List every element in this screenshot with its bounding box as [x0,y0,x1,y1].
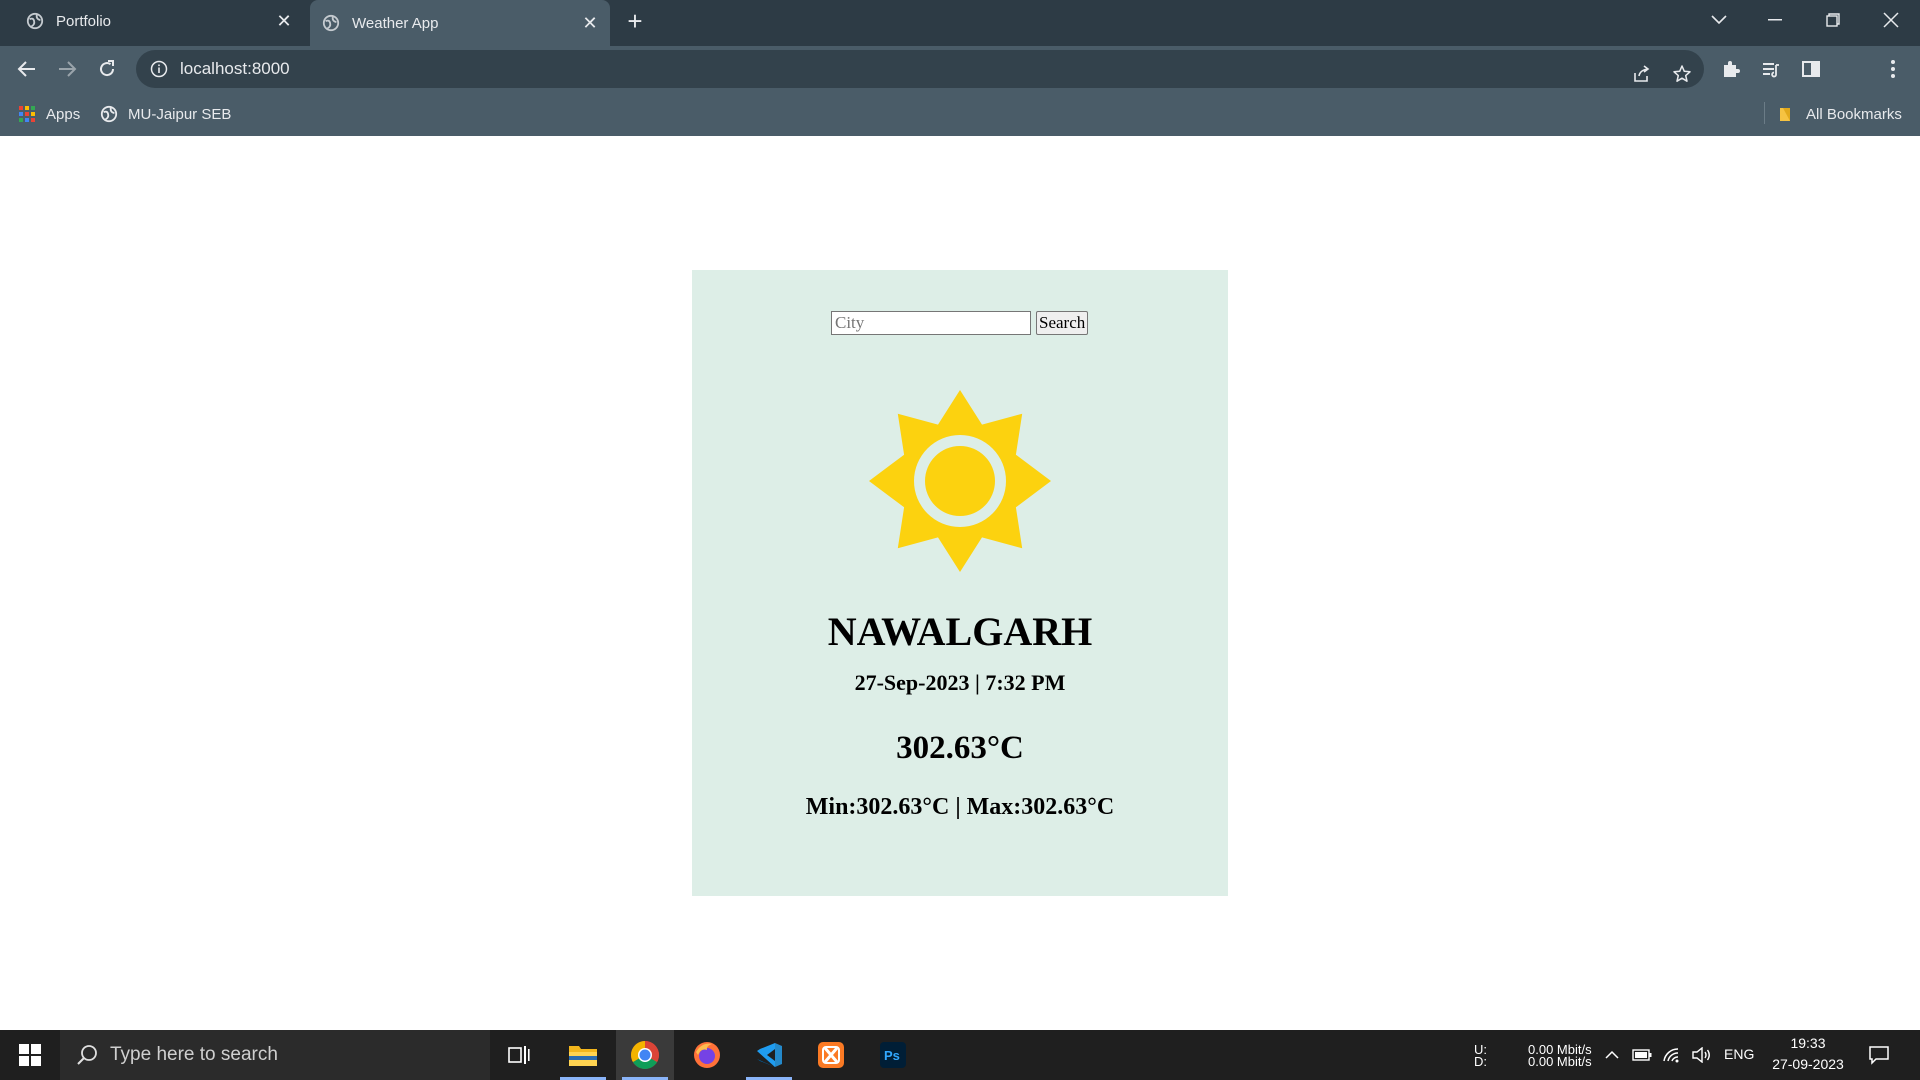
tab-strip: Portfolio ✕ Weather App ✕ + [0,0,1920,46]
all-bookmarks-label: All Bookmarks [1806,105,1902,123]
all-bookmarks-button[interactable]: All Bookmarks [1778,102,1902,126]
file-explorer-icon[interactable] [554,1030,612,1080]
chevron-up-icon[interactable] [1601,1044,1623,1066]
bookmarks-divider [1764,102,1765,124]
weather-card: Search NAWALGARH 27-Sep-2023 | 7:32 PM 3… [692,270,1228,896]
svg-text:Ps: Ps [884,1048,900,1063]
wifi-icon[interactable] [1661,1044,1683,1066]
temperature: 302.63°C [896,730,1024,766]
new-tab-button[interactable]: + [620,8,650,36]
net-down-speed: 0.00 Mbit/s [1528,1054,1592,1069]
search-icon [77,1045,97,1065]
minimize-button[interactable] [1752,4,1798,36]
apps-grid-icon [19,106,35,122]
date-time: 27-Sep-2023 | 7:32 PM [854,670,1066,695]
close-icon[interactable]: ✕ [578,11,602,35]
min-max-temperature: Min:302.63°C | Max:302.63°C [805,794,1115,820]
xampp-icon[interactable] [802,1030,860,1080]
globe-icon [322,14,340,32]
photoshop-icon[interactable]: Ps [864,1030,922,1080]
bookmark-mu-jaipur-seb[interactable]: MU-Jaipur SEB [100,102,231,126]
side-panel-icon[interactable] [1798,56,1824,82]
share-icon[interactable] [1630,62,1654,86]
info-icon[interactable] [150,60,168,78]
search-row: Search [831,311,1089,335]
close-window-button[interactable] [1868,4,1914,36]
extensions-icon[interactable] [1718,56,1744,82]
net-down-label: D: [1474,1054,1487,1069]
windows-taskbar: Type here to search Ps U: D: 0.00 Mbit/s… [0,1030,1920,1080]
search-button[interactable]: Search [1036,311,1089,335]
url-text[interactable]: localhost:8000 [180,59,290,79]
firefox-icon[interactable] [678,1030,736,1080]
clock-time[interactable]: 19:33 [1766,1036,1850,1051]
forward-button[interactable] [52,54,82,84]
star-icon[interactable] [1670,62,1694,86]
task-view-icon[interactable] [490,1030,548,1080]
tab-title: Weather App [352,14,439,32]
notifications-icon[interactable] [1868,1044,1890,1066]
clock-date[interactable]: 27-09-2023 [1766,1057,1850,1072]
back-button[interactable] [12,54,42,84]
taskbar-search-placeholder: Type here to search [110,1044,278,1065]
tab-weather-app[interactable]: Weather App ✕ [310,0,610,46]
sun-icon [869,390,1051,572]
city-search-input[interactable] [831,311,1031,335]
reload-button[interactable] [92,54,122,84]
restore-button[interactable] [1810,4,1856,36]
language-indicator[interactable]: ENG [1724,1047,1754,1062]
windows-icon [19,1044,41,1066]
folder-icon [1780,108,1790,121]
globe-icon [100,105,118,123]
vscode-icon[interactable] [740,1030,798,1080]
tab-title: Portfolio [56,12,112,30]
bookmark-label: MU-Jaipur SEB [128,105,232,123]
bookmark-label: Apps [46,105,81,123]
city-name: NAWALGARH [827,609,1093,654]
tab-search-icon[interactable] [1696,4,1742,36]
menu-icon[interactable] [1880,56,1906,82]
close-icon[interactable]: ✕ [272,9,296,33]
bookmarks-bar: Apps MU-Jaipur SEB All Bookmarks [0,92,1920,136]
browser-toolbar: localhost:8000 P [0,46,1920,129]
bookmark-apps[interactable]: Apps [18,102,80,126]
start-button[interactable] [0,1030,60,1080]
globe-icon [26,12,44,30]
chrome-icon[interactable] [616,1030,674,1080]
taskbar-search-box[interactable]: Type here to search [60,1030,490,1080]
battery-icon[interactable] [1631,1044,1653,1066]
tab-portfolio[interactable]: Portfolio ✕ [14,0,304,42]
address-bar[interactable]: localhost:8000 [136,50,1704,88]
volume-icon[interactable] [1690,1044,1712,1066]
media-queue-icon[interactable] [1758,56,1784,82]
